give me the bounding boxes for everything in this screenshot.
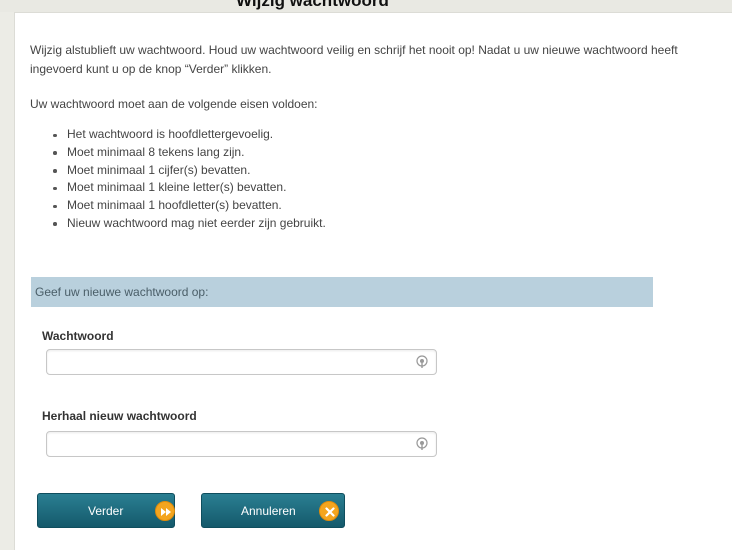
password-field-wrapper: [46, 349, 437, 375]
requirements-title: Uw wachtwoord moet aan de volgende eisen…: [30, 97, 318, 111]
repeat-password-input[interactable]: [47, 432, 407, 456]
password-label: Wachtwoord: [42, 329, 114, 343]
repeat-password-label: Herhaal nieuw wachtwoord: [42, 409, 197, 423]
fast-forward-icon: [155, 501, 175, 521]
requirements-list: Het wachtwoord is hoofdlettergevoelig. M…: [53, 126, 326, 233]
top-bar: Wijzig wachtwoord: [0, 0, 732, 12]
password-input[interactable]: [47, 350, 407, 374]
requirement-item: Het wachtwoord is hoofdlettergevoelig.: [53, 126, 326, 144]
next-button-label: Verder: [88, 504, 124, 518]
content-panel: Wijzig alstublieft uw wachtwoord. Houd u…: [14, 12, 732, 550]
requirement-item: Moet minimaal 1 hoofdletter(s) bevatten.: [53, 197, 326, 215]
requirement-item: Nieuw wachtwoord mag niet eerder zijn ge…: [53, 215, 326, 233]
repeat-password-field-wrapper: [46, 431, 437, 457]
cancel-button[interactable]: Annuleren: [201, 493, 345, 528]
page-heading-cut: Wijzig wachtwoord: [236, 0, 389, 10]
requirement-item: Moet minimaal 8 tekens lang zijn.: [53, 144, 326, 162]
cancel-button-label: Annuleren: [241, 504, 296, 518]
requirement-item: Moet minimaal 1 cijfer(s) bevatten.: [53, 162, 326, 180]
intro-text: Wijzig alstublieft uw wachtwoord. Houd u…: [30, 43, 678, 76]
requirement-item: Moet minimaal 1 kleine letter(s) bevatte…: [53, 179, 326, 197]
next-button[interactable]: Verder: [37, 493, 175, 528]
key-icon[interactable]: [415, 355, 429, 369]
key-icon[interactable]: [415, 437, 429, 451]
new-password-section-header: Geef uw nieuwe wachtwoord op:: [31, 277, 653, 307]
close-icon: [319, 501, 339, 521]
